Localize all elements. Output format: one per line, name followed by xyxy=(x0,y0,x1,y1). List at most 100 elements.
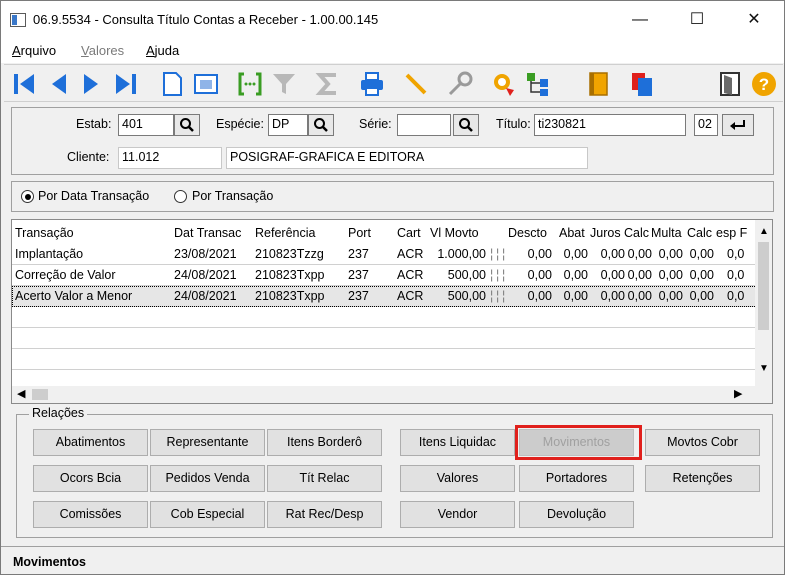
relacoes-button-itens-border-[interactable]: Itens Borderô xyxy=(267,429,382,456)
cell-esp: 0,0 xyxy=(727,268,745,282)
zoom-icon[interactable] xyxy=(488,68,520,100)
scroll-thumb[interactable] xyxy=(758,242,769,330)
scroll-left-icon[interactable]: ◀ xyxy=(17,387,25,400)
menu-ajuda[interactable]: Ajuda xyxy=(146,43,179,58)
last-record-icon[interactable] xyxy=(110,68,142,100)
cell-port: 237 xyxy=(348,268,369,282)
estab-lookup-button[interactable] xyxy=(174,114,200,136)
maximize-button[interactable]: ☐ xyxy=(674,5,720,35)
column-header-referencia[interactable]: Referência xyxy=(255,226,345,240)
horizontal-scrollbar[interactable]: ◀ ▶ xyxy=(12,386,772,403)
column-header-transacao[interactable]: Transação xyxy=(15,226,171,240)
serie-field[interactable] xyxy=(397,114,451,136)
scroll-down-icon[interactable]: ▼ xyxy=(759,363,769,374)
relacoes-button-itens-liquidac[interactable]: Itens Liquidac xyxy=(400,429,515,456)
column-header-juros[interactable]: Juros xyxy=(590,226,624,240)
relacoes-button-representante[interactable]: Representante xyxy=(150,429,265,456)
menu-arquivo[interactable]: Arquivo xyxy=(12,43,56,58)
table-row[interactable]: Implantação 23/08/2021 210823Tzzg 237 ACR 1.0… xyxy=(12,244,757,265)
menu-valores[interactable]: Valores xyxy=(81,43,124,58)
column-header-abat[interactable]: Abat xyxy=(559,226,587,240)
cell-multa: 0,00 xyxy=(658,268,683,282)
relacoes-button-reten-es[interactable]: Retenções xyxy=(645,465,760,492)
hscroll-thumb[interactable] xyxy=(32,389,48,400)
relacoes-button-cob-especial[interactable]: Cob Especial xyxy=(150,501,265,528)
title-bar: 06.9.5534 - Consulta Título Contas a Rec… xyxy=(1,1,784,39)
radio-por-transacao[interactable] xyxy=(174,190,187,203)
tree-icon[interactable] xyxy=(522,68,554,100)
relacoes-button-devolu-o[interactable]: Devolução xyxy=(519,501,634,528)
help-icon[interactable]: ? xyxy=(748,68,780,100)
column-header-multa[interactable]: Multa xyxy=(651,226,684,240)
column-header-vl-movto[interactable]: Vl Movto xyxy=(430,226,490,240)
cell-port: 237 xyxy=(348,289,369,303)
enter-button[interactable] xyxy=(722,114,754,136)
goto-icon[interactable] xyxy=(234,68,266,100)
column-separator: ¦ xyxy=(496,289,500,303)
filter-icon[interactable] xyxy=(268,68,300,100)
search-icon xyxy=(180,118,194,132)
radio-por-transacao-label: Por Transação xyxy=(192,189,274,203)
column-header-dat-transac[interactable]: Dat Transac xyxy=(174,226,254,240)
relacoes-button-pedidos-venda[interactable]: Pedidos Venda xyxy=(150,465,265,492)
especie-field[interactable]: DP xyxy=(268,114,308,136)
scroll-right-icon[interactable]: ▶ xyxy=(734,387,742,400)
next-record-icon[interactable] xyxy=(76,68,108,100)
new-document-icon[interactable] xyxy=(156,68,188,100)
relacoes-button-abatimentos[interactable]: Abatimentos xyxy=(33,429,148,456)
table-row[interactable]: Acerto Valor a Menor 24/08/2021 210823Txpp… xyxy=(12,286,757,307)
serie-lookup-button[interactable] xyxy=(453,114,479,136)
app-icon xyxy=(10,13,26,27)
relacoes-button-valores[interactable]: Valores xyxy=(400,465,515,492)
pencil-icon[interactable] xyxy=(400,68,432,100)
relacoes-button-ocors-bcia[interactable]: Ocors Bcia xyxy=(33,465,148,492)
menu-arquivo-accel: A xyxy=(12,43,21,58)
sum-icon[interactable] xyxy=(312,68,344,100)
column-separator: ¦ xyxy=(502,247,506,261)
table-row[interactable]: Correção de Valor 24/08/2021 210823Txpp 237… xyxy=(12,265,757,286)
cell-referencia: 210823Txpp xyxy=(255,268,325,282)
transactions-grid[interactable]: Transação Dat Transac Referência Port Ca… xyxy=(11,219,773,404)
cell-calc1: 0,00 xyxy=(627,268,652,282)
exit-door-icon[interactable] xyxy=(714,68,746,100)
column-header-calc1[interactable]: Calc xyxy=(624,226,652,240)
close-button[interactable]: ✕ xyxy=(731,5,777,35)
especie-lookup-button[interactable] xyxy=(308,114,334,136)
column-header-calc2[interactable]: Calc xyxy=(687,226,717,240)
book-icon[interactable] xyxy=(582,68,614,100)
minimize-button[interactable]: — xyxy=(617,5,663,35)
relacoes-button-movtos-cobr[interactable]: Movtos Cobr xyxy=(645,429,760,456)
menu-ajuda-accel: A xyxy=(146,43,155,58)
print-icon[interactable] xyxy=(356,68,388,100)
column-header-port[interactable]: Port xyxy=(348,226,392,240)
parcela-field[interactable]: 02 xyxy=(694,114,718,136)
titulo-field[interactable]: ti230821 xyxy=(534,114,686,136)
column-header-esp[interactable]: esp F xyxy=(716,226,752,240)
scroll-up-icon[interactable]: ▲ xyxy=(759,226,769,237)
search-key-icon[interactable] xyxy=(444,68,476,100)
svg-text:?: ? xyxy=(759,75,769,94)
menu-arquivo-rest: rquivo xyxy=(20,43,57,58)
cell-calc2: 0,00 xyxy=(689,268,714,282)
cell-juros: 0,00 xyxy=(600,268,625,282)
column-header-descto[interactable]: Descto xyxy=(508,226,552,240)
relacoes-button-comiss-es[interactable]: Comissões xyxy=(33,501,148,528)
vertical-scrollbar[interactable]: ▲ ▼ xyxy=(755,220,772,386)
menu-valores-rest: alores xyxy=(88,43,125,58)
relacoes-button-rat-rec-desp[interactable]: Rat Rec/Desp xyxy=(267,501,382,528)
estab-field[interactable]: 401 xyxy=(118,114,174,136)
preview-icon[interactable] xyxy=(190,68,222,100)
previous-record-icon[interactable] xyxy=(42,68,74,100)
cliente-label: Cliente: xyxy=(67,150,110,164)
first-record-icon[interactable] xyxy=(8,68,40,100)
window-title: 06.9.5534 - Consulta Título Contas a Rec… xyxy=(33,12,379,27)
relacoes-button-t-t-relac[interactable]: Tít Relac xyxy=(267,465,382,492)
radio-por-data-transacao[interactable] xyxy=(21,190,34,203)
column-header-cart[interactable]: Cart xyxy=(397,226,427,240)
cell-descto: 0,00 xyxy=(527,247,552,261)
relacoes-button-portadores[interactable]: Portadores xyxy=(519,465,634,492)
relacoes-button-vendor[interactable]: Vendor xyxy=(400,501,515,528)
cliente-name-field: POSIGRAF-GRAFICA E EDITORA xyxy=(226,147,588,169)
header-panel: Estab: 401 Espécie: DP Série: Título: ti… xyxy=(11,107,774,175)
copy-icon[interactable] xyxy=(626,68,658,100)
